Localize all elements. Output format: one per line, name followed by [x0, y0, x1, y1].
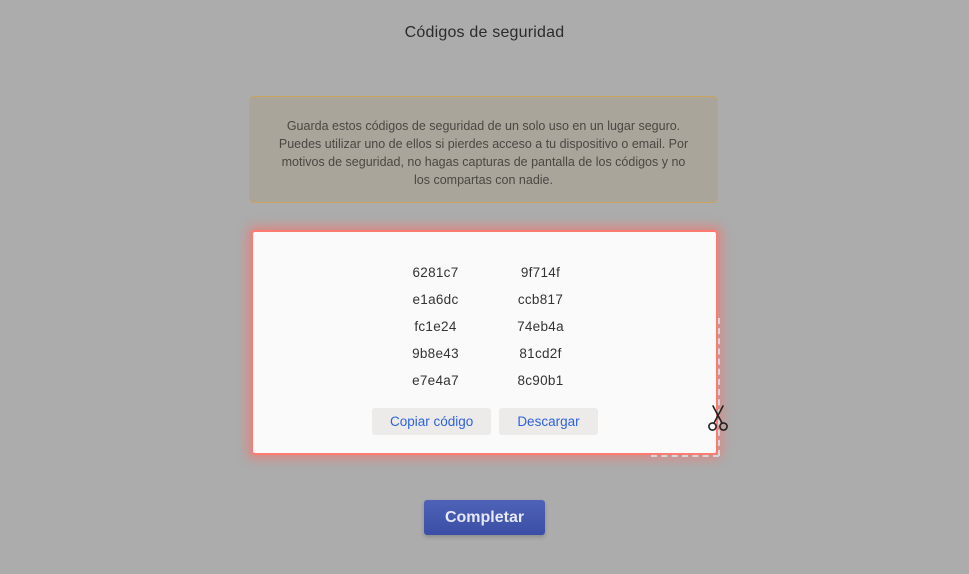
code-row: fc1e24 74eb4a	[383, 318, 593, 345]
code-item: 9b8e43	[412, 346, 459, 361]
snip-selection-edge	[718, 318, 720, 456]
code-row: 6281c7 9f714f	[383, 264, 593, 291]
page-title: Códigos de seguridad	[404, 24, 565, 41]
code-item: 81cd2f	[519, 346, 562, 361]
code-row: 9b8e43 81cd2f	[383, 345, 593, 372]
scissors-icon[interactable]	[706, 404, 730, 432]
code-item: fc1e24	[414, 319, 457, 334]
code-row: e1a6dc ccb817	[383, 291, 593, 318]
code-item: 74eb4a	[517, 319, 564, 334]
code-item: e7e4a7	[412, 373, 459, 388]
security-notice: Guarda estos códigos de seguridad de un …	[249, 96, 718, 203]
copy-code-button[interactable]: Copiar código	[372, 408, 492, 435]
download-button[interactable]: Descargar	[499, 408, 598, 435]
code-item: 6281c7	[412, 265, 459, 280]
code-item: 9f714f	[520, 265, 561, 280]
code-row: e7e4a7 8c90b1	[383, 372, 593, 399]
codes-panel: 6281c7 9f714f e1a6dc ccb817 fc1e24 74eb4…	[251, 230, 718, 455]
code-item: e1a6dc	[412, 292, 459, 307]
notice-text: Guarda estos códigos de seguridad de un …	[278, 119, 689, 187]
snip-selection-edge	[651, 455, 719, 457]
code-item: ccb817	[517, 292, 564, 307]
codes-grid: 6281c7 9f714f e1a6dc ccb817 fc1e24 74eb4…	[383, 264, 593, 399]
code-actions: Copiar código Descargar	[372, 408, 598, 435]
security-codes-page: Códigos de seguridad Guarda estos código…	[0, 0, 969, 574]
code-item: 8c90b1	[517, 373, 564, 388]
complete-button[interactable]: Completar	[424, 500, 545, 535]
